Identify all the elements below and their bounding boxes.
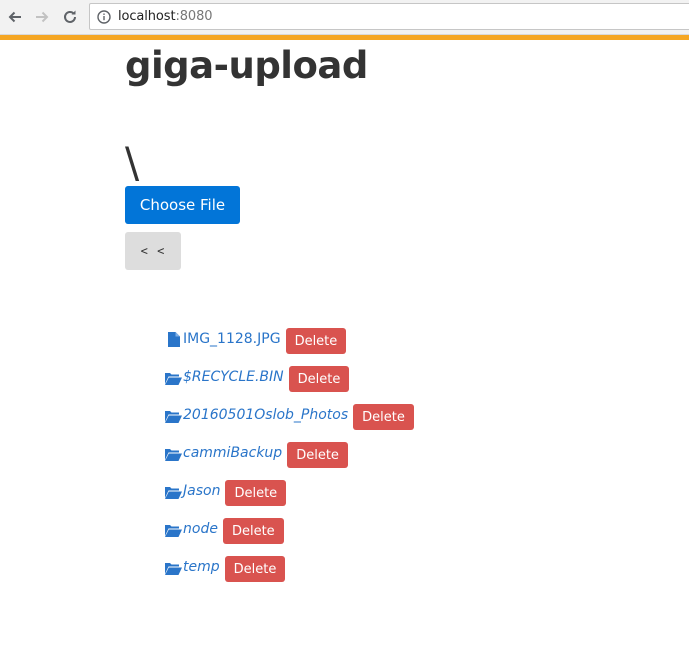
address-bar[interactable]: localhost:8080 bbox=[89, 3, 689, 30]
folder-open-icon bbox=[165, 407, 182, 423]
folder-link[interactable]: node bbox=[165, 521, 218, 537]
file-row: 20160501Oslob_Photos Delete bbox=[165, 396, 414, 434]
folder-link[interactable]: 20160501Oslob_Photos bbox=[165, 407, 348, 423]
file-name: IMG_1128.JPG bbox=[183, 331, 281, 347]
folder-link[interactable]: $RECYCLE.BIN bbox=[165, 369, 284, 385]
file-row: $RECYCLE.BIN Delete bbox=[165, 358, 414, 396]
accent-bar bbox=[0, 35, 689, 40]
file-row: Jason Delete bbox=[165, 472, 414, 510]
file-link[interactable]: IMG_1128.JPG bbox=[165, 331, 281, 347]
file-name: Jason bbox=[183, 483, 221, 499]
delete-button[interactable]: Delete bbox=[288, 366, 350, 392]
reload-icon[interactable] bbox=[59, 6, 81, 28]
info-icon[interactable] bbox=[96, 9, 112, 25]
file-row: node Delete bbox=[165, 510, 414, 548]
delete-button[interactable]: Delete bbox=[222, 518, 284, 544]
folder-link[interactable]: cammiBackup bbox=[165, 445, 282, 461]
delete-button[interactable]: Delete bbox=[287, 442, 348, 468]
file-name: temp bbox=[183, 559, 220, 575]
delete-button[interactable]: Delete bbox=[224, 556, 286, 582]
file-name: $RECYCLE.BIN bbox=[183, 369, 284, 385]
folder-link[interactable]: temp bbox=[165, 559, 220, 575]
file-name: node bbox=[183, 521, 218, 537]
file-name: 20160501Oslob_Photos bbox=[183, 407, 349, 423]
file-row: temp Delete bbox=[165, 548, 414, 586]
file-icon bbox=[165, 331, 182, 347]
file-name: cammiBackup bbox=[183, 445, 283, 461]
folder-open-icon bbox=[165, 445, 182, 461]
current-path: \ bbox=[125, 138, 140, 187]
delete-button[interactable]: Delete bbox=[353, 404, 414, 430]
folder-open-icon bbox=[165, 483, 182, 499]
delete-button[interactable]: Delete bbox=[285, 328, 347, 354]
back-arrow-icon[interactable] bbox=[4, 6, 26, 28]
folder-link[interactable]: Jason bbox=[165, 483, 220, 499]
url-port: :8080 bbox=[175, 9, 213, 24]
folder-open-icon bbox=[165, 559, 182, 575]
url-text: localhost:8080 bbox=[118, 9, 213, 24]
delete-button[interactable]: Delete bbox=[225, 480, 287, 506]
choose-file-button[interactable]: Choose File bbox=[125, 186, 240, 224]
forward-arrow-icon[interactable] bbox=[31, 6, 53, 28]
parent-directory-button[interactable]: < < bbox=[125, 232, 181, 270]
file-row: IMG_1128.JPG Delete bbox=[165, 320, 414, 358]
file-row: cammiBackup Delete bbox=[165, 434, 414, 472]
folder-open-icon bbox=[165, 369, 182, 385]
page-title: giga-upload bbox=[125, 44, 368, 87]
file-list: IMG_1128.JPG Delete $RECYCLE.BIN Delete 2016… bbox=[165, 320, 414, 586]
folder-open-icon bbox=[165, 521, 182, 537]
url-host: localhost bbox=[118, 9, 176, 24]
browser-toolbar: localhost:8080 bbox=[0, 0, 689, 35]
